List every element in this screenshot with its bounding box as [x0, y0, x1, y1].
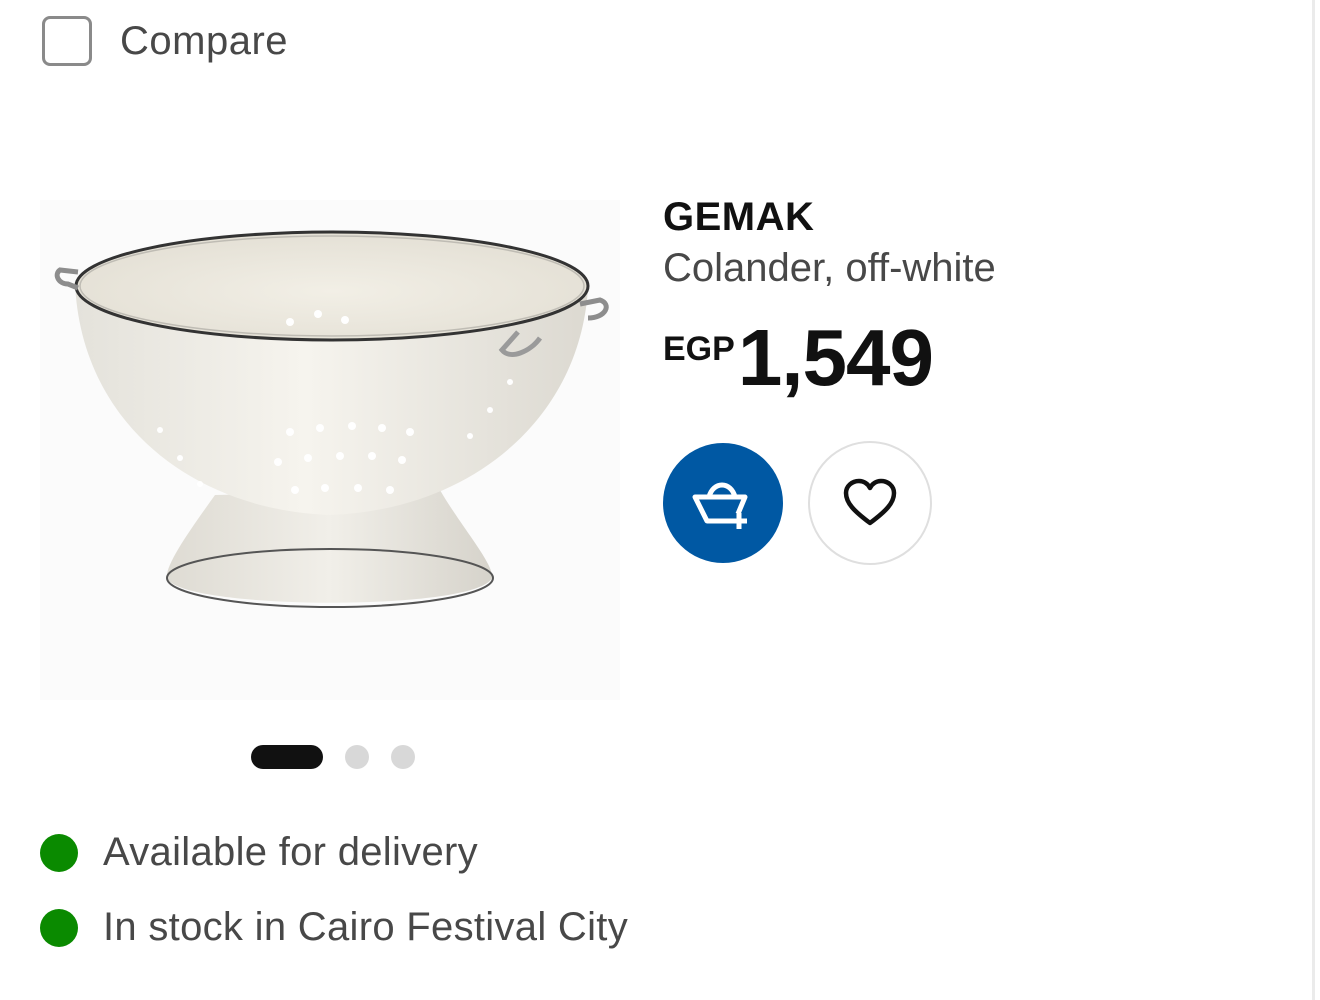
carousel-dot-2[interactable]	[345, 745, 369, 769]
compare-label: Compare	[120, 18, 289, 63]
availability-store[interactable]: In stock in Cairo Festival City	[40, 905, 628, 950]
product-brand[interactable]: GEMAK	[663, 195, 814, 240]
status-dot-icon	[40, 833, 78, 872]
image-carousel-dots	[251, 745, 415, 769]
availability-text[interactable]: In stock in Cairo Festival City	[103, 905, 628, 950]
colander-image	[40, 200, 620, 700]
favourite-button[interactable]	[808, 441, 932, 565]
price-amount: 1,549	[737, 313, 934, 402]
price-currency: EGP	[663, 330, 735, 368]
heart-icon	[843, 478, 897, 526]
compare-toggle[interactable]: Compare	[42, 16, 288, 66]
page-edge-divider	[1312, 0, 1315, 1000]
product-description[interactable]: Colander, off-white	[663, 246, 996, 291]
carousel-dot-3[interactable]	[391, 745, 415, 769]
product-image[interactable]	[40, 200, 620, 700]
cart-plus-icon	[692, 482, 748, 529]
availability-delivery: Available for delivery	[40, 830, 478, 875]
status-dot-icon	[40, 908, 78, 947]
add-to-cart-button[interactable]	[663, 443, 783, 563]
carousel-dot-1[interactable]	[251, 745, 323, 769]
compare-checkbox[interactable]	[42, 16, 92, 66]
availability-text: Available for delivery	[103, 830, 478, 874]
product-price: EGP 1,549	[663, 313, 934, 402]
